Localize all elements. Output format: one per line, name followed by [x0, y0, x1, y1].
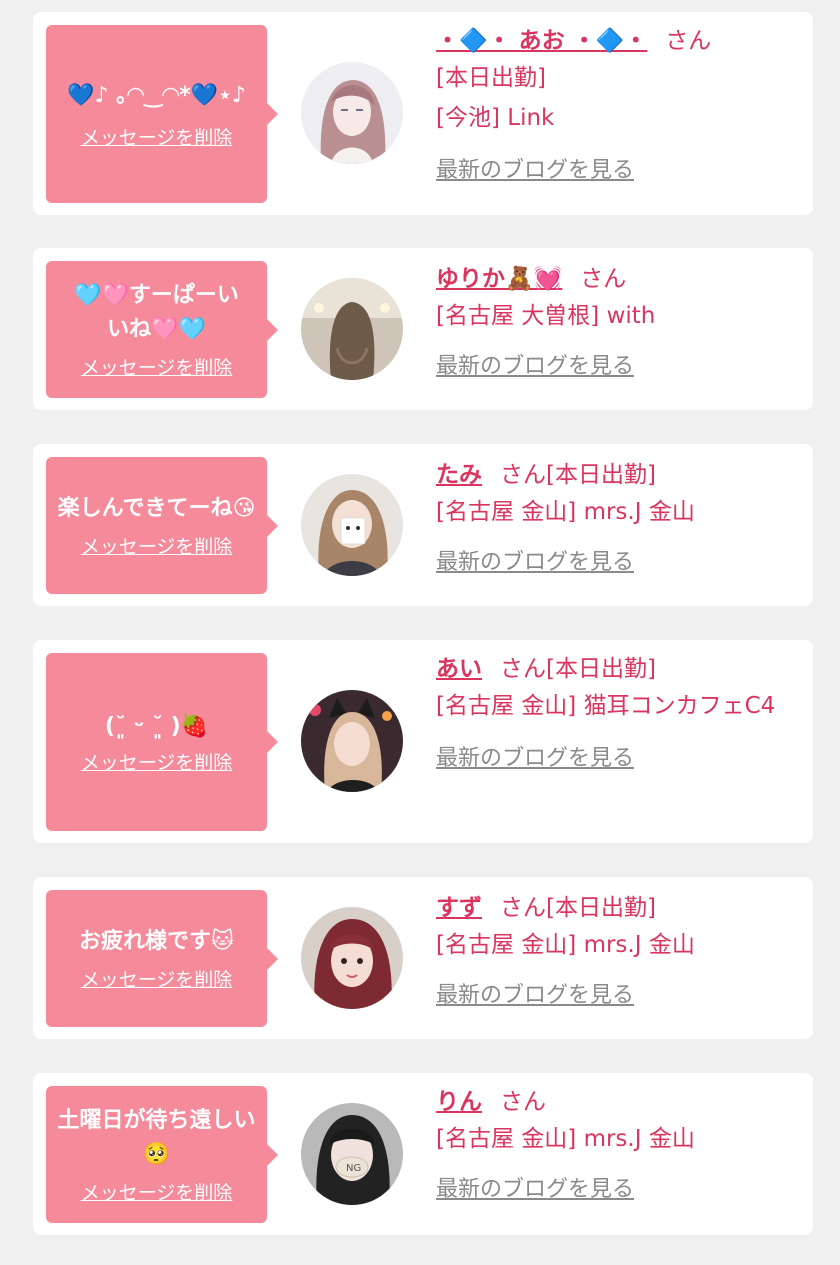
- latest-blog-link[interactable]: 最新のブログを見る: [436, 977, 634, 1009]
- message-text: (˘͈ ᵕ ˘͈ )🍓: [104, 713, 209, 739]
- favorites-list: 💙♪ ｡◠‿◠*💙⋆♪ メッセージを削除 ・🔷・ あお ・🔷・ さん [本日出勤]…: [0, 0, 840, 1265]
- latest-blog-link[interactable]: 最新のブログを見る: [436, 740, 634, 772]
- profile-name-link[interactable]: りん: [436, 1089, 482, 1115]
- shop-text: [名古屋 金山] 猫耳コンカフェC4: [436, 693, 776, 719]
- latest-blog-link[interactable]: 最新のブログを見る: [436, 1171, 634, 1203]
- message-bubble: 💙♪ ｡◠‿◠*💙⋆♪ メッセージを削除: [46, 25, 278, 203]
- honorific: さん: [500, 895, 546, 921]
- delete-message-link[interactable]: メッセージを削除: [81, 748, 233, 775]
- profile-name-link[interactable]: ・🔷・ あお ・🔷・: [436, 28, 647, 54]
- status-text: [本日出勤]: [436, 65, 546, 91]
- honorific: さん: [500, 1089, 546, 1115]
- honorific: さん: [500, 462, 546, 488]
- message-text: 楽しんできてーね😘: [57, 496, 256, 521]
- shop-text: [名古屋 金山] mrs.J 金山: [436, 932, 695, 958]
- profile-name-link[interactable]: ゆりか🧸💓: [436, 266, 562, 292]
- delete-message-link[interactable]: メッセージを削除: [81, 965, 233, 992]
- delete-message-link[interactable]: メッセージを削除: [81, 353, 233, 380]
- honorific: さん: [665, 28, 712, 54]
- woman-red-hair-avatar-icon: [301, 907, 403, 1009]
- status-text: [本日出勤]: [546, 895, 656, 921]
- avatar[interactable]: [301, 907, 403, 1009]
- list-item: (˘͈ ᵕ ˘͈ )🍓 メッセージを削除 あい さん[本日出勤] [名古屋 金山]…: [33, 640, 813, 843]
- honorific: さん: [500, 656, 546, 682]
- woman-cat-ears-avatar-icon: [301, 690, 403, 792]
- profile-name-link[interactable]: あい: [436, 656, 482, 682]
- latest-blog-link[interactable]: 最新のブログを見る: [436, 152, 634, 184]
- latest-blog-link[interactable]: 最新のブログを見る: [436, 544, 634, 576]
- svg-text:NG: NG: [346, 1163, 361, 1174]
- list-item: 🩵🩷すーぱーいいね🩷🩵 メッセージを削除 ゆりか🧸💓 さん [名古屋 大曽根] w…: [33, 248, 813, 410]
- list-item: 楽しんできてーね😘 メッセージを削除 たみ さん[本日出勤] [名古屋 金山] m…: [33, 444, 813, 606]
- message-text: 🩵🩷すーぱーいいね🩷🩵: [74, 283, 239, 342]
- avatar[interactable]: [301, 62, 403, 164]
- message-text: お疲れ様です🐱: [79, 929, 234, 954]
- latest-blog-link[interactable]: 最新のブログを見る: [436, 348, 634, 380]
- list-item: お疲れ様です🐱 メッセージを削除 すず さん[本日出勤] [名古屋 金山] mrs…: [33, 877, 813, 1039]
- status-text: [本日出勤]: [546, 462, 656, 488]
- avatar[interactable]: [301, 474, 403, 576]
- message-text: 土曜日が待ち遠しい🥺: [57, 1108, 256, 1167]
- list-item: 💙♪ ｡◠‿◠*💙⋆♪ メッセージを削除 ・🔷・ あお ・🔷・ さん [本日出勤]…: [33, 12, 813, 215]
- message-bubble: お疲れ様です🐱 メッセージを削除: [46, 890, 278, 1027]
- message-bubble: 楽しんできてーね😘 メッセージを削除: [46, 457, 278, 594]
- illustration-woman-avatar-icon: [301, 62, 403, 164]
- shop-text: [名古屋 大曽根] with: [436, 303, 656, 329]
- avatar[interactable]: [301, 278, 403, 380]
- avatar[interactable]: NG: [301, 1103, 403, 1205]
- woman-masked-avatar-icon: NG: [301, 1103, 403, 1205]
- delete-message-link[interactable]: メッセージを削除: [81, 532, 233, 559]
- shop-text: [名古屋 金山] mrs.J 金山: [436, 499, 695, 525]
- profile-name-link[interactable]: たみ: [436, 462, 482, 488]
- woman-back-hair-avatar-icon: [301, 278, 403, 380]
- message-bubble: (˘͈ ᵕ ˘͈ )🍓 メッセージを削除: [46, 653, 278, 831]
- message-bubble: 🩵🩷すーぱーいいね🩷🩵 メッセージを削除: [46, 261, 278, 398]
- list-item: 土曜日が待ち遠しい🥺 メッセージを削除 NG りん さん [名古屋 金山] mrs…: [33, 1073, 813, 1235]
- delete-message-link[interactable]: メッセージを削除: [81, 123, 233, 150]
- profile-name-link[interactable]: すず: [436, 895, 482, 921]
- woman-with-box-avatar-icon: [301, 474, 403, 576]
- avatar[interactable]: [301, 690, 403, 792]
- shop-text: [名古屋 金山] mrs.J 金山: [436, 1126, 695, 1152]
- delete-message-link[interactable]: メッセージを削除: [81, 1178, 233, 1205]
- status-text: [本日出勤]: [546, 656, 656, 682]
- honorific: さん: [580, 266, 627, 292]
- shop-text: [今池] Link: [436, 105, 555, 131]
- message-text: 💙♪ ｡◠‿◠*💙⋆♪: [67, 82, 246, 108]
- message-bubble: 土曜日が待ち遠しい🥺 メッセージを削除: [46, 1086, 278, 1223]
